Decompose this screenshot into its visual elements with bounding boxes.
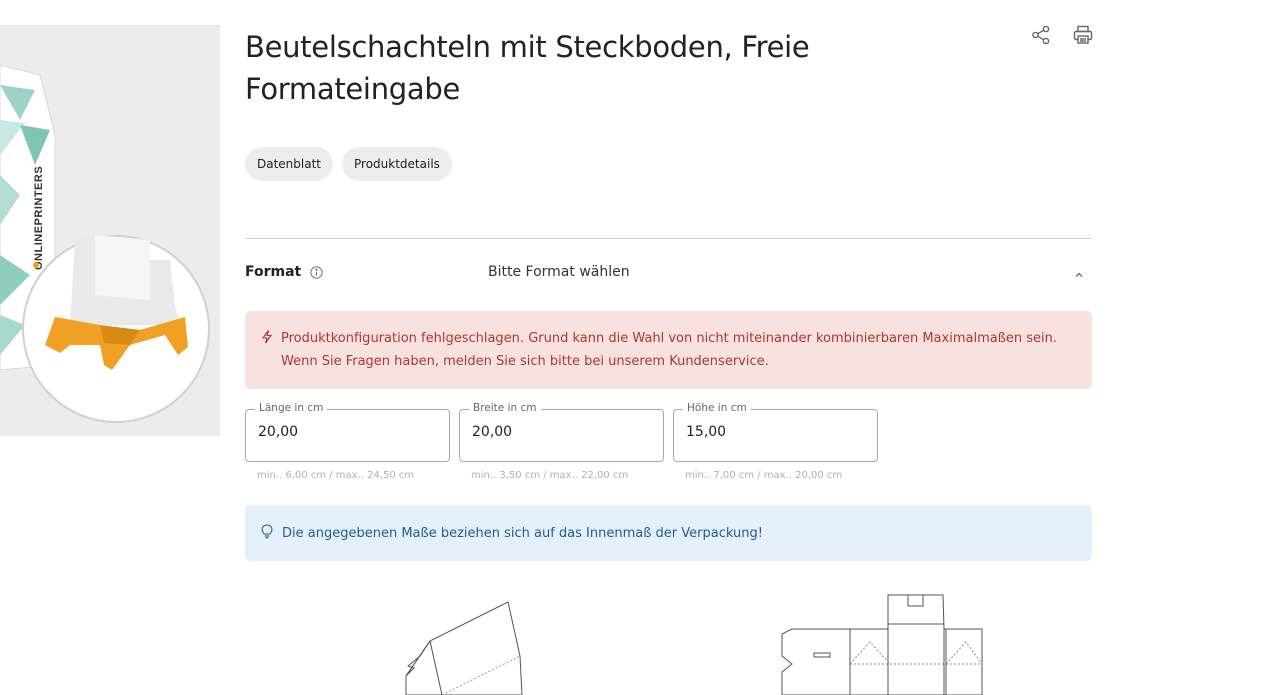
- page-title: Beutelschachteln mit Steckboden, Freie F…: [245, 30, 810, 106]
- dimension-fields: Länge in cm min.. 6,00 cm / max.. 24,50 …: [245, 402, 878, 481]
- datasheet-chip[interactable]: Datenblatt: [245, 147, 334, 181]
- box-3d-diagram: [405, 601, 523, 695]
- info-alert: Die angegebenen Maße beziehen sich auf d…: [245, 505, 1092, 561]
- format-value: Bitte Format wählen: [488, 264, 630, 280]
- page-actions: [1030, 24, 1094, 46]
- lightning-icon: [261, 329, 273, 352]
- product-chips: Datenblatt Produktdetails: [245, 147, 452, 181]
- format-label: Format: [245, 264, 302, 280]
- width-label: Breite in cm: [469, 402, 541, 414]
- chevron-up-icon[interactable]: [1074, 265, 1084, 284]
- width-field: Breite in cm min.. 3,50 cm / max.. 22,00…: [459, 402, 664, 481]
- height-input[interactable]: [686, 424, 866, 440]
- length-field: Länge in cm min.. 6,00 cm / max.. 24,50 …: [245, 402, 450, 481]
- lightbulb-icon: [261, 524, 273, 543]
- width-input[interactable]: [472, 424, 652, 440]
- error-message: Produktkonfiguration fehlgeschlagen. Gru…: [281, 331, 1058, 369]
- length-label: Länge in cm: [255, 402, 328, 414]
- divider: [245, 238, 1092, 239]
- length-input[interactable]: [258, 424, 438, 440]
- box-illustration: ONLINEPRINTERS: [0, 25, 220, 436]
- print-icon[interactable]: [1072, 24, 1094, 46]
- info-message: Die angegebenen Maße beziehen sich auf d…: [282, 525, 763, 541]
- product-image[interactable]: ONLINEPRINTERS: [0, 25, 220, 436]
- box-flat-diagram: [781, 594, 983, 695]
- height-field: Höhe in cm min.. 7,00 cm / max.. 20,00 c…: [673, 402, 878, 481]
- format-accordion-header[interactable]: Format Bitte Format wählen: [245, 256, 1092, 288]
- error-alert: Produktkonfiguration fehlgeschlagen. Gru…: [245, 311, 1092, 389]
- width-hint: min.. 3,50 cm / max.. 22,00 cm: [471, 470, 629, 481]
- height-label: Höhe in cm: [683, 402, 751, 414]
- share-icon[interactable]: [1030, 24, 1052, 46]
- brand-logo-text: ONLINEPRINTERS: [33, 166, 45, 270]
- length-hint: min.. 6,00 cm / max.. 24,50 cm: [257, 470, 415, 481]
- product-details-chip[interactable]: Produktdetails: [342, 147, 452, 181]
- info-icon[interactable]: [310, 265, 323, 279]
- height-hint: min.. 7,00 cm / max.. 20,00 cm: [685, 470, 843, 481]
